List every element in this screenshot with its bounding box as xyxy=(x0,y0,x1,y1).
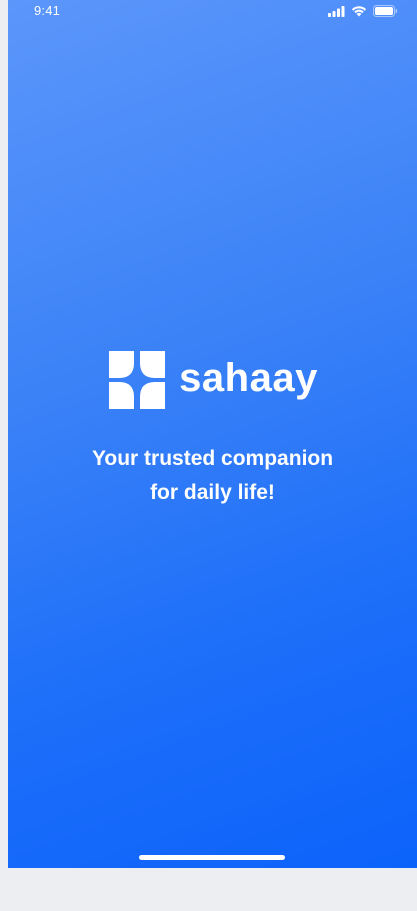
status-bar: 9:41 xyxy=(8,0,417,22)
signal-icon xyxy=(328,5,345,17)
tagline: Your trusted companion for daily life! xyxy=(8,442,417,510)
status-time: 9:41 xyxy=(34,3,61,18)
brand-lockup: sahaay xyxy=(8,349,417,411)
home-indicator[interactable] xyxy=(139,855,285,860)
brand-name: sahaay xyxy=(179,356,318,400)
page: 9:41 sahaay Your trusted companion for d… xyxy=(0,0,417,911)
wifi-icon xyxy=(351,5,367,17)
tagline-line-1: Your trusted companion xyxy=(91,447,334,470)
tagline-line-2: for daily life! xyxy=(150,481,275,504)
status-icons xyxy=(328,5,398,17)
battery-icon xyxy=(373,5,398,17)
splash-screen: 9:41 sahaay Your trusted companion for d… xyxy=(8,0,417,868)
sahaay-logo-icon xyxy=(107,349,167,411)
